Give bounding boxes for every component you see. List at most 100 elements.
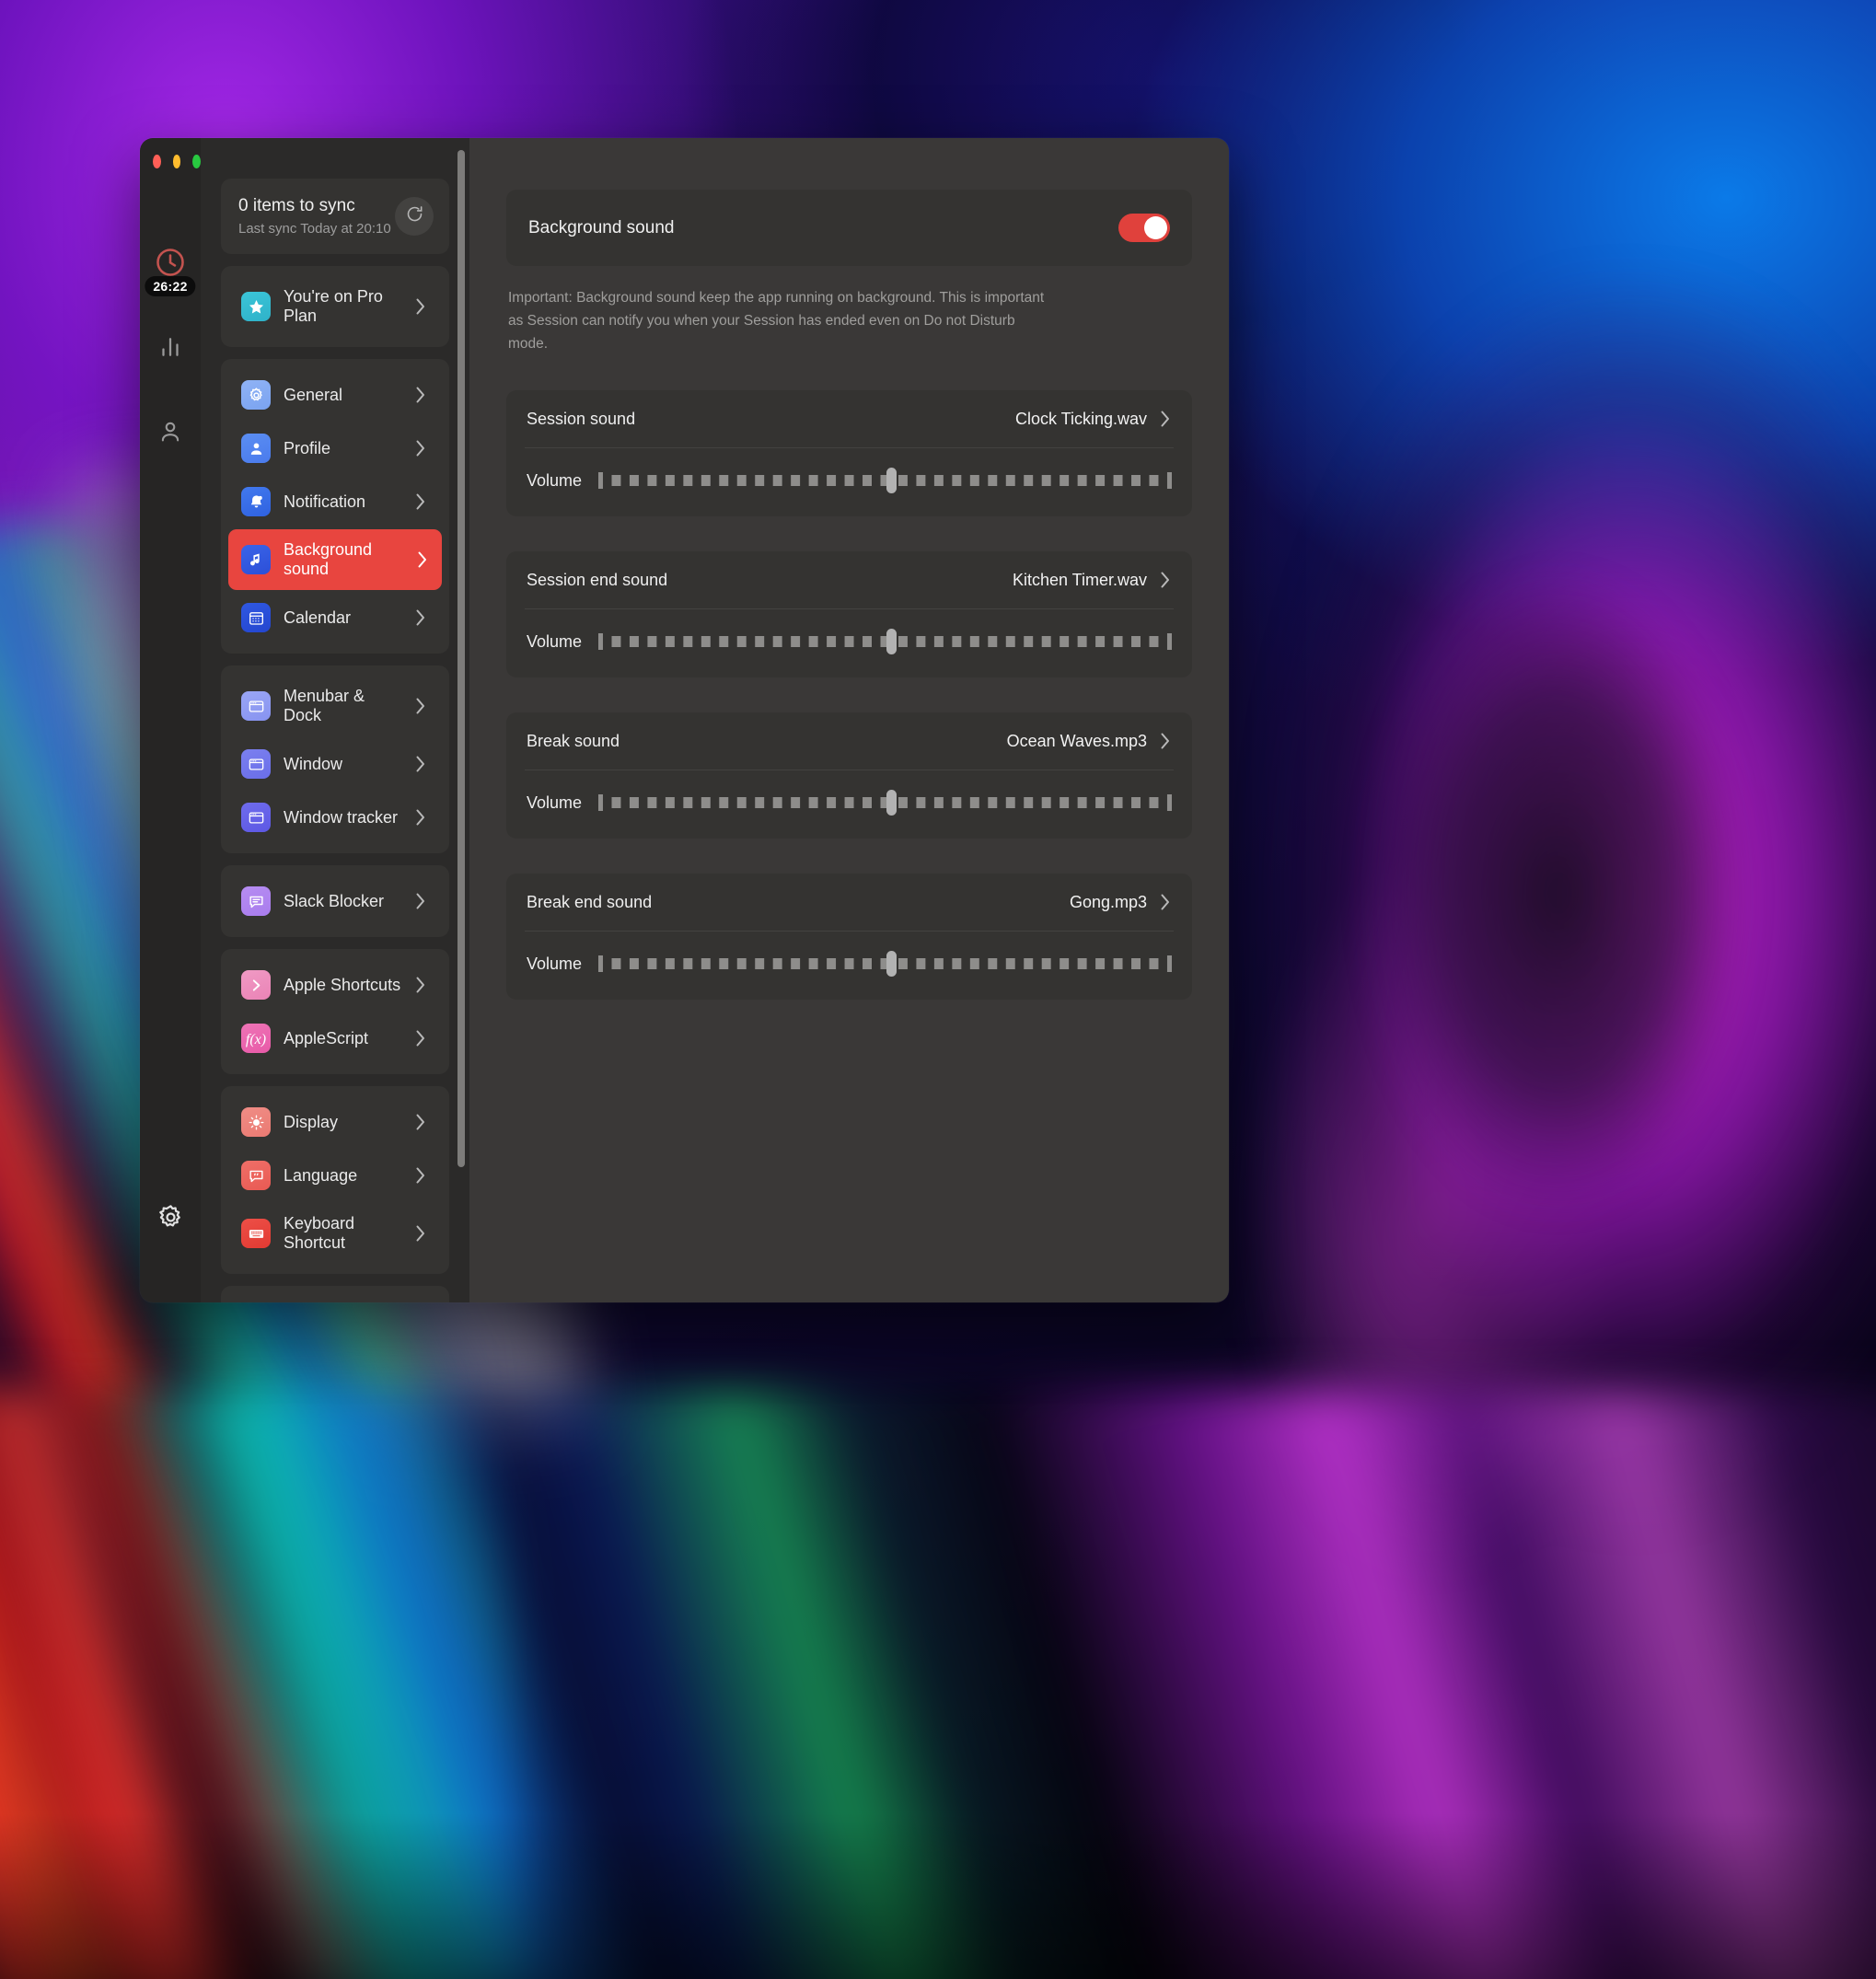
volume-slider-thumb[interactable]: [886, 790, 897, 816]
person-icon: [156, 418, 184, 450]
sidebar-group-core: General Profile Notification Background sou…: [221, 359, 449, 654]
sidebar-item-label: Language: [284, 1166, 401, 1186]
sidebar-item-slack-blocker[interactable]: Slack Blocker: [230, 875, 440, 927]
chevron-right-icon: [414, 975, 427, 995]
sound-panel-session-sound: Session soundClock Ticking.wavVolume: [506, 390, 1192, 516]
rail-item-settings[interactable]: [140, 1203, 201, 1236]
sidebar-group-plan: You're on Pro Plan: [221, 266, 449, 347]
close-button[interactable]: [153, 155, 161, 168]
sidebar-item-label: General: [284, 386, 401, 405]
sidebar-groups: You're on Pro Plan General Profile Notifica…: [221, 266, 449, 1302]
chevron-right-icon: [414, 891, 427, 911]
sidebar-item-background-sound[interactable]: Background sound: [228, 529, 442, 590]
sidebar-item-label: Window: [284, 755, 401, 774]
star-icon: [241, 292, 271, 321]
chevron-right-icon: [1159, 570, 1172, 590]
sidebar-item-label: Notification: [284, 492, 401, 512]
gear-icon: [156, 1203, 185, 1236]
sidebar-item-label: Slack Blocker: [284, 892, 401, 911]
sidebar-group-slack: Slack Blocker: [221, 865, 449, 937]
sound-value: Kitchen Timer.wav: [1013, 571, 1147, 590]
chevron-right-icon: [416, 550, 429, 570]
bar-chart-icon: [156, 333, 184, 365]
sidebar-item-label: You're on Pro Plan: [284, 287, 401, 326]
sync-refresh-button[interactable]: [395, 197, 434, 236]
chevron-right-icon: [1159, 409, 1172, 429]
rail-item-timer[interactable]: 26:22: [145, 240, 196, 288]
sound-select-break-end-sound[interactable]: Gong.mp3: [1070, 892, 1172, 912]
sidebar-item-menubar-dock[interactable]: Menubar & Dock: [230, 676, 440, 736]
wallpaper-bottom-shade: [0, 1813, 1876, 1979]
bell-icon: [241, 487, 271, 516]
sound-select-break-sound[interactable]: Ocean Waves.mp3: [1007, 731, 1172, 751]
window-icon: [241, 691, 271, 721]
sidebar-item-you-re-on-pro-plan[interactable]: You're on Pro Plan: [230, 276, 440, 337]
sidebar-item-general[interactable]: General: [230, 369, 440, 421]
volume-slider-thumb[interactable]: [886, 951, 897, 977]
sidebar-item-window[interactable]: Window: [230, 738, 440, 790]
sidebar-item-notification[interactable]: Notification: [230, 476, 440, 527]
settings-sidebar: 0 items to sync Last sync Today at 20:10…: [201, 138, 469, 1302]
sidebar-item-window-tracker[interactable]: Window tracker: [230, 792, 440, 843]
sidebar-item-label: Menubar & Dock: [284, 687, 401, 725]
background-sound-title: Background sound: [528, 218, 674, 238]
sound-label: Session end sound: [527, 571, 667, 590]
sidebar-scrollbar[interactable]: [457, 145, 466, 1295]
background-sound-toggle[interactable]: [1118, 214, 1170, 242]
volume-slider-session-sound[interactable]: [598, 467, 1172, 494]
window-icon: [241, 803, 271, 832]
sidebar-item-support[interactable]: ?Support: [230, 1296, 440, 1302]
rail-item-stats[interactable]: [145, 325, 196, 373]
rail-item-profile[interactable]: [145, 410, 196, 457]
sidebar-item-label: Calendar: [284, 608, 401, 628]
chevron-right-boxed-icon: [241, 970, 271, 1000]
chevron-right-icon: [414, 608, 427, 628]
sound-select-session-end-sound[interactable]: Kitchen Timer.wav: [1013, 570, 1172, 590]
chevron-right-icon: [1159, 731, 1172, 751]
sidebar-item-label: Window tracker: [284, 808, 401, 827]
sound-panel-break-sound: Break soundOcean Waves.mp3Volume: [506, 712, 1192, 839]
sync-status-card: 0 items to sync Last sync Today at 20:10: [221, 179, 449, 254]
person-icon: [241, 434, 271, 463]
sidebar-group-help: ?Support: [221, 1286, 449, 1302]
volume-label: Volume: [527, 632, 582, 652]
sidebar-item-applescript[interactable]: f(x) AppleScript: [230, 1013, 440, 1064]
sound-label: Break sound: [527, 732, 620, 751]
brightness-icon: [241, 1107, 271, 1137]
sidebar-item-display[interactable]: Display: [230, 1096, 440, 1148]
wallpaper-dark-bloom: [1342, 479, 1821, 1307]
timer-badge: 26:22: [145, 276, 195, 296]
zoom-button[interactable]: [192, 155, 201, 168]
chevron-right-icon: [414, 492, 427, 512]
chevron-right-icon: [414, 696, 427, 716]
volume-slider-thumb[interactable]: [886, 629, 897, 654]
sidebar-item-profile[interactable]: Profile: [230, 422, 440, 474]
sidebar-group-automation: Apple Shortcuts f(x) AppleScript: [221, 949, 449, 1074]
sidebar-item-calendar[interactable]: Calendar: [230, 592, 440, 643]
sync-title: 0 items to sync: [238, 196, 391, 216]
chevron-right-icon: [414, 385, 427, 405]
volume-slider-session-end-sound[interactable]: [598, 628, 1172, 655]
traffic-light-buttons: [140, 138, 201, 168]
sidebar-item-language[interactable]: Language: [230, 1150, 440, 1201]
chevron-right-icon: [414, 1223, 427, 1244]
volume-slider-break-sound[interactable]: [598, 789, 1172, 816]
icon-rail: 26:22: [140, 138, 201, 1302]
sidebar-scrollbar-thumb[interactable]: [457, 150, 465, 1167]
volume-slider-thumb[interactable]: [886, 468, 897, 493]
chevron-right-icon: [414, 807, 427, 827]
background-sound-note: Important: Background sound keep the app…: [506, 275, 1049, 355]
sidebar-item-label: Background sound: [284, 540, 403, 579]
volume-slider-break-end-sound[interactable]: [598, 950, 1172, 978]
minimize-button[interactable]: [173, 155, 181, 168]
sound-value: Clock Ticking.wav: [1015, 410, 1147, 429]
calendar-icon: [241, 603, 271, 632]
sidebar-item-label: AppleScript: [284, 1029, 401, 1048]
svg-text:f(x): f(x): [246, 1032, 266, 1047]
toggle-knob: [1144, 216, 1167, 239]
sidebar-item-apple-shortcuts[interactable]: Apple Shortcuts: [230, 959, 440, 1011]
sound-select-session-sound[interactable]: Clock Ticking.wav: [1015, 409, 1172, 429]
chevron-right-icon: [414, 1112, 427, 1132]
chevron-right-icon: [414, 754, 427, 774]
sidebar-item-keyboard-shortcut[interactable]: Keyboard Shortcut: [230, 1203, 440, 1264]
